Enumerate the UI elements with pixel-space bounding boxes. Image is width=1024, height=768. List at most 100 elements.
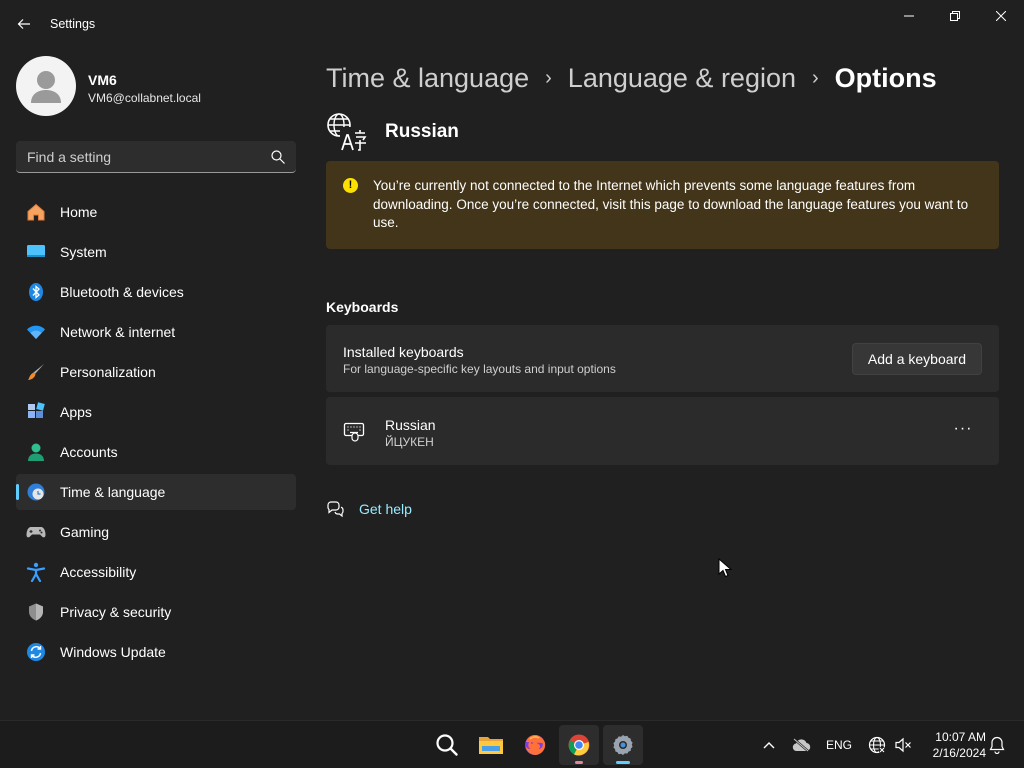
wifi-icon	[26, 322, 46, 342]
sidebar-item-label: Accessibility	[60, 564, 137, 580]
keyboard-more-options-button[interactable]: ···	[947, 419, 979, 443]
language-header: Russian	[326, 112, 459, 152]
taskbar-chrome[interactable]	[559, 725, 599, 765]
sidebar-item-time-language[interactable]: Time & language	[16, 474, 296, 510]
mouse-cursor-icon	[718, 558, 732, 578]
sidebar-item-label: Personalization	[60, 364, 156, 380]
time-language-icon	[26, 482, 46, 502]
get-help-link[interactable]: Get help	[359, 501, 412, 517]
bell-icon	[989, 736, 1005, 754]
taskbar-firefox[interactable]	[515, 725, 555, 765]
warning-icon: !	[343, 178, 358, 193]
keyboard-icon	[343, 422, 365, 442]
clock-time: 10:07 AM	[935, 730, 986, 744]
onedrive-offline-button[interactable]	[790, 733, 812, 757]
input-language-indicator[interactable]: ENG	[824, 733, 854, 757]
search-box	[16, 141, 296, 173]
sidebar-item-bluetooth[interactable]: Bluetooth & devices	[16, 274, 296, 310]
network-button[interactable]	[866, 733, 888, 757]
close-button[interactable]	[978, 0, 1024, 32]
installed-keyboards-subtitle: For language-specific key layouts and in…	[343, 362, 616, 376]
avatar-person-icon	[31, 71, 61, 103]
notifications-button[interactable]	[986, 733, 1008, 757]
page-title: Options	[834, 62, 937, 93]
warning-message: You’re currently not connected to the In…	[373, 178, 969, 230]
search-icon[interactable]	[270, 149, 286, 165]
sidebar-item-home[interactable]: Home	[16, 194, 296, 230]
offline-warning-banner: ! You’re currently not connected to the …	[326, 161, 999, 249]
speaker-muted-icon	[895, 737, 911, 753]
installed-keyboards-card: Installed keyboards For language-specifi…	[326, 325, 999, 392]
sidebar-item-label: Time & language	[60, 484, 166, 500]
sidebar-item-apps[interactable]: Apps	[16, 394, 296, 430]
user-name: VM6	[88, 72, 117, 88]
sidebar-item-label: Home	[60, 204, 98, 220]
sidebar-item-personalization[interactable]: Personalization	[16, 354, 296, 390]
globe-no-internet-icon	[868, 736, 886, 754]
breadcrumb-language-region[interactable]: Language & region	[568, 63, 796, 94]
settings-window: Settings VM6 VM6@collabnet.local Find a …	[0, 0, 1024, 720]
installed-keyboards-title: Installed keyboards	[343, 344, 464, 360]
sidebar-item-privacy[interactable]: Privacy & security	[16, 594, 296, 630]
sidebar-item-windows-update[interactable]: Windows Update	[16, 634, 296, 670]
breadcrumb: Time & language › Language & region › Op…	[326, 58, 937, 98]
minimize-button[interactable]	[886, 0, 932, 32]
back-arrow-icon	[17, 19, 30, 29]
sidebar-item-label: Network & internet	[60, 324, 176, 340]
apps-icon	[26, 402, 46, 422]
taskbar-search-button[interactable]	[427, 725, 467, 765]
search-input[interactable]	[16, 141, 256, 172]
sidebar-item-label: Privacy & security	[60, 604, 172, 620]
user-email: VM6@collabnet.local	[88, 91, 201, 105]
chrome-icon	[568, 734, 590, 756]
file-explorer-icon	[479, 737, 503, 754]
system-clock[interactable]: 10:07 AM 2/16/2024	[918, 729, 986, 761]
sidebar-item-label: Gaming	[60, 524, 110, 540]
sidebar-nav: Home System Bluetooth & devices Network …	[16, 194, 296, 674]
sidebar-item-network[interactable]: Network & internet	[16, 314, 296, 350]
language-icon	[327, 113, 367, 152]
settings-icon	[613, 735, 633, 755]
keyboard-item: Russian ЙЦУКЕН ···	[326, 397, 999, 465]
volume-button[interactable]	[893, 733, 913, 757]
sidebar-item-accounts[interactable]: Accounts	[16, 434, 296, 470]
sidebar-item-label: Bluetooth & devices	[60, 284, 184, 300]
bluetooth-icon	[26, 282, 46, 302]
cloud-offline-icon	[792, 738, 811, 752]
show-hidden-icons-button[interactable]	[760, 733, 778, 757]
add-keyboard-button[interactable]: Add a keyboard	[851, 343, 982, 375]
keyboard-name: Russian	[385, 417, 436, 433]
restore-icon	[950, 11, 960, 21]
sidebar-item-system[interactable]: System	[16, 234, 296, 270]
title-bar: Settings	[0, 0, 1024, 48]
gamepad-icon	[26, 522, 46, 542]
breadcrumb-separator: ›	[812, 66, 819, 89]
clock-date: 2/16/2024	[932, 746, 986, 760]
windows-update-icon	[26, 642, 46, 662]
active-indicator	[616, 761, 630, 764]
sidebar-item-label: Windows Update	[60, 644, 166, 660]
taskbar-file-explorer[interactable]	[471, 725, 511, 765]
back-button[interactable]	[8, 8, 40, 40]
taskbar: ENG 10:07 AM 2/16/2024	[0, 720, 1024, 768]
sidebar-item-label: Accounts	[60, 444, 118, 460]
sidebar-item-label: Apps	[60, 404, 92, 420]
taskbar-settings[interactable]	[603, 725, 643, 765]
accessibility-icon	[26, 562, 46, 582]
minimize-icon	[904, 15, 914, 17]
sidebar-item-gaming[interactable]: Gaming	[16, 514, 296, 550]
home-icon	[26, 202, 46, 222]
chevron-up-icon	[763, 742, 775, 749]
breadcrumb-time-language[interactable]: Time & language	[326, 63, 529, 94]
sidebar-item-label: System	[60, 244, 107, 260]
user-profile[interactable]: VM6 VM6@collabnet.local	[16, 56, 296, 118]
close-icon	[996, 11, 1006, 21]
keyboard-layout: ЙЦУКЕН	[385, 435, 434, 449]
sidebar-item-accessibility[interactable]: Accessibility	[16, 554, 296, 590]
system-icon	[26, 242, 46, 262]
language-title: Russian	[385, 121, 459, 142]
get-help[interactable]: Get help	[326, 498, 412, 520]
restore-button[interactable]	[932, 0, 978, 32]
firefox-icon	[525, 735, 546, 755]
search-icon	[436, 734, 458, 756]
